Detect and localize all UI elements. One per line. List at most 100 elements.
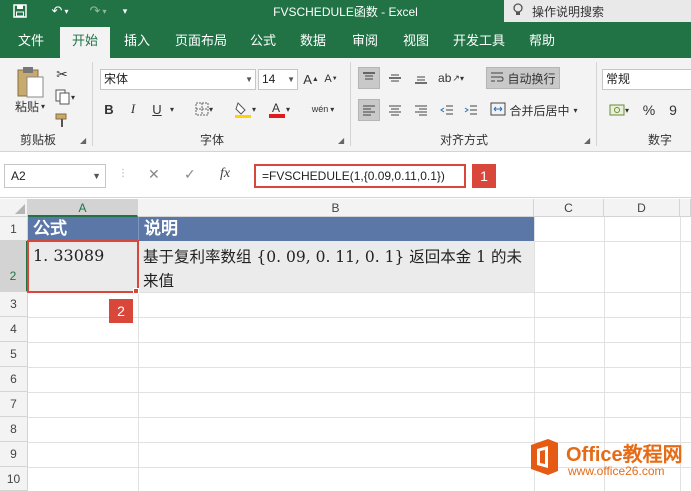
gridline [28, 392, 691, 393]
tab-file[interactable]: 文件 [18, 31, 44, 51]
align-center-icon[interactable] [384, 99, 406, 121]
column-header-a[interactable]: A [28, 199, 138, 217]
number-format-value: 常规 [606, 72, 631, 86]
font-color-icon[interactable]: A ▾ [264, 99, 294, 119]
cell-a1[interactable]: 公式 [28, 217, 138, 241]
bold-button[interactable]: B [100, 99, 118, 119]
row-header-8[interactable]: 8 [0, 417, 28, 442]
svg-text:A: A [272, 101, 280, 115]
worksheet-grid[interactable]: A B C D 1 2 3 4 5 6 7 8 9 10 公式 说明 1. 33… [0, 199, 691, 491]
underline-button[interactable]: U [148, 99, 166, 119]
row-header-2[interactable]: 2 [0, 241, 28, 292]
group-divider [596, 62, 597, 146]
font-size-select[interactable]: 14 ▼ [258, 69, 298, 90]
font-group-label: 字体 [200, 133, 225, 147]
tab-page-layout[interactable]: 页面布局 [175, 31, 227, 51]
ribbon-tabs: 文件 开始 插入 页面布局 公式 数据 审阅 视图 开发工具 帮助 [0, 22, 691, 58]
cell-b1[interactable]: 说明 [138, 217, 534, 241]
increase-font-size-button[interactable]: A ▲ [302, 69, 320, 89]
italic-button[interactable]: I [124, 99, 142, 119]
align-top-icon[interactable] [358, 67, 380, 89]
gridline [28, 342, 691, 343]
active-cell-selection [27, 240, 139, 293]
shrink-font-label: A [324, 73, 332, 85]
merge-center-button[interactable]: 合并后居中 ▾ [486, 99, 582, 121]
tab-home[interactable]: 开始 [60, 27, 111, 58]
cut-icon[interactable]: ✂ [52, 64, 72, 84]
decrease-font-size-button[interactable]: A ▼ [322, 69, 340, 89]
row-header-5[interactable]: 5 [0, 342, 28, 367]
font-name-select[interactable]: 宋体 ▼ [100, 69, 256, 90]
tab-formulas[interactable]: 公式 [250, 31, 276, 51]
column-header-c[interactable]: C [534, 199, 604, 217]
decrease-indent-icon[interactable] [436, 99, 458, 121]
row-header-1[interactable]: 1 [0, 217, 28, 241]
row-header-6[interactable]: 6 [0, 367, 28, 392]
wrap-text-button[interactable]: 自动换行 [486, 67, 560, 89]
formula-input[interactable]: =FVSCHEDULE(1,{0.09,0.11,0.1}) [254, 164, 466, 188]
name-box-value: A2 [11, 169, 26, 183]
enter-entry-button[interactable]: ✓ [184, 166, 196, 183]
format-painter-icon[interactable] [52, 110, 72, 130]
resize-handle-icon[interactable]: ⋮ [118, 168, 128, 179]
alignment-launcher-icon[interactable]: ◢ [584, 136, 590, 145]
column-header-e[interactable] [680, 199, 691, 217]
column-header-b[interactable]: B [138, 199, 534, 217]
ribbon-home: 粘贴 ▾ ✂ ▾ 剪贴板 ◢ 宋体 ▼ 14 ▼ A ▲ A ▼ B I U ▾ ▾ ▾ … [0, 58, 691, 152]
align-left-icon[interactable] [358, 99, 380, 121]
group-divider [92, 62, 93, 146]
increase-indent-icon[interactable] [460, 99, 482, 121]
copy-icon[interactable]: ▾ [52, 87, 78, 107]
tab-view[interactable]: 视图 [403, 31, 429, 51]
tab-insert[interactable]: 插入 [124, 31, 150, 51]
borders-icon[interactable]: ▾ [190, 99, 218, 119]
clipboard-launcher-icon[interactable]: ◢ [80, 136, 86, 145]
tell-me-label: 操作说明搜索 [532, 4, 605, 19]
orientation-icon[interactable]: ab ↗ ▾ [436, 67, 466, 89]
number-format-select[interactable]: 常规 [602, 69, 691, 90]
percent-style-button[interactable]: % [640, 99, 658, 121]
tell-me-search[interactable]: 操作说明搜索 [504, 0, 691, 22]
row-header-4[interactable]: 4 [0, 317, 28, 342]
insert-function-button[interactable]: fx [220, 166, 230, 182]
column-header-d[interactable]: D [604, 199, 680, 217]
fill-handle[interactable] [133, 288, 139, 294]
align-middle-icon[interactable] [384, 67, 406, 89]
alignment-group-label: 对齐方式 [440, 133, 489, 147]
tab-help[interactable]: 帮助 [529, 31, 555, 51]
name-box[interactable]: A2 ▼ [4, 164, 106, 188]
watermark-url: www.office26.com [568, 464, 665, 478]
phonetic-guide-button[interactable]: wén ▾ [306, 99, 340, 119]
select-all-corner[interactable] [0, 199, 28, 217]
wrap-text-label: 自动换行 [507, 71, 556, 86]
callout-badge-1: 1 [472, 164, 496, 188]
cancel-entry-button[interactable]: ✕ [148, 166, 160, 183]
row-header-3[interactable]: 3 [0, 292, 28, 317]
underline-dropdown-icon[interactable]: ▾ [166, 99, 178, 119]
cell-b2[interactable]: 基于复利率数组 {0. 09, 0. 11, 0. 1} 返回本金 1 的未来值 [138, 241, 534, 292]
merge-center-icon [490, 102, 506, 119]
row-header-7[interactable]: 7 [0, 392, 28, 417]
font-launcher-icon[interactable]: ◢ [338, 136, 344, 145]
paste-icon[interactable] [12, 64, 48, 100]
chevron-down-icon: ▼ [245, 75, 253, 84]
accounting-format-icon[interactable]: ▾ [604, 99, 634, 121]
chevron-down-icon: ▼ [287, 75, 295, 84]
watermark-logo: Office教程网 www.office26.com [528, 433, 688, 487]
align-right-icon[interactable] [410, 99, 432, 121]
tab-developer[interactable]: 开发工具 [453, 31, 505, 51]
align-bottom-icon[interactable] [410, 67, 432, 89]
gridline [28, 417, 691, 418]
comma-style-button[interactable]: 9 [664, 99, 682, 121]
paste-button[interactable]: 粘贴 ▾ [14, 98, 46, 114]
font-size-value: 14 [262, 72, 276, 86]
tab-data[interactable]: 数据 [300, 31, 326, 51]
formula-bar: A2 ▼ ⋮ ✕ ✓ fx =FVSCHEDULE(1,{0.09,0.11,0.… [0, 152, 691, 198]
clipboard-group-label: 剪贴板 [20, 133, 57, 147]
tab-review[interactable]: 审阅 [352, 31, 378, 51]
row-header-10[interactable]: 10 [0, 467, 28, 491]
fill-color-icon[interactable]: ▾ [230, 99, 260, 119]
row-header-9[interactable]: 9 [0, 442, 28, 467]
phonetic-label: wén [311, 104, 329, 114]
grow-font-label: A [303, 71, 312, 87]
